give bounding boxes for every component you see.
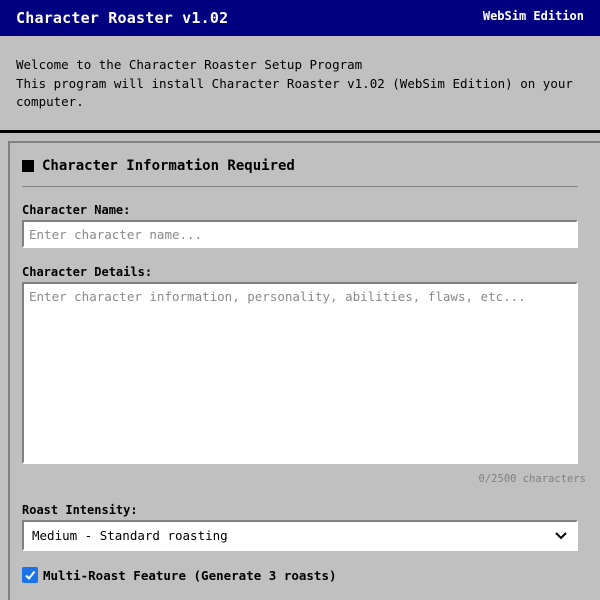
- character-details-textarea[interactable]: [22, 282, 578, 464]
- checkmark-icon: [25, 570, 36, 581]
- section-title: Character Information Required: [42, 158, 295, 174]
- welcome-panel: Welcome to the Character Roaster Setup P…: [0, 36, 600, 130]
- character-name-input[interactable]: [22, 220, 578, 248]
- character-info-panel: Character Information Required Character…: [8, 141, 600, 600]
- multi-roast-label: Multi-Roast Feature (Generate 3 roasts): [43, 567, 337, 583]
- welcome-divider: [0, 130, 600, 133]
- character-name-label: Character Name:: [22, 203, 131, 217]
- black-square-icon: [22, 160, 34, 172]
- welcome-description: This program will install Character Roas…: [16, 75, 573, 110]
- section-heading: Character Information Required: [22, 158, 295, 174]
- roast-intensity-value: Medium - Standard roasting: [32, 528, 228, 543]
- welcome-heading: Welcome to the Character Roaster Setup P…: [16, 57, 363, 72]
- character-count: 0/2500 characters: [478, 473, 586, 485]
- multi-roast-option[interactable]: Multi-Roast Feature (Generate 3 roasts): [22, 567, 337, 583]
- section-divider: [22, 186, 578, 187]
- character-details-label: Character Details:: [22, 265, 153, 279]
- multi-roast-checkbox[interactable]: [22, 567, 38, 583]
- title-bar: Character Roaster v1.02 WebSim Edition: [0, 0, 600, 36]
- roast-intensity-select[interactable]: Medium - Standard roasting: [22, 520, 578, 551]
- chevron-down-icon: [554, 529, 568, 543]
- app-title: Character Roaster v1.02: [16, 9, 229, 27]
- edition-label: WebSim Edition: [482, 9, 584, 23]
- roast-intensity-label: Roast Intensity:: [22, 503, 138, 517]
